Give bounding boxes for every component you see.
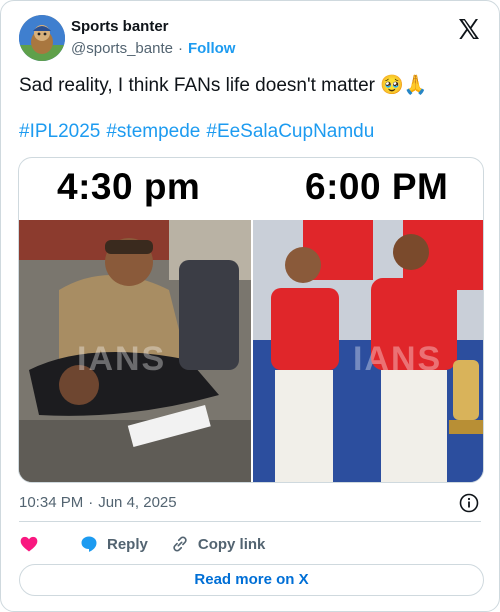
action-bar: Reply Copy link [19, 533, 287, 555]
footer-divider [19, 521, 481, 522]
tweet-card: Sports banter @sports_bante · Follow Sad r… [0, 0, 500, 612]
right-photo: IANS [253, 220, 483, 482]
copy-link-button[interactable]: Copy link [170, 534, 266, 554]
avatar[interactable] [19, 15, 65, 61]
read-more-button[interactable]: Read more on X [19, 564, 484, 596]
tweet-date: Jun 4, 2025 [98, 494, 177, 511]
tweet-emojis: 🥹🙏 [380, 75, 428, 96]
author-name[interactable]: Sports banter [71, 18, 169, 35]
right-watermark: IANS [353, 340, 443, 378]
hashtag-stempede[interactable]: #stempede [106, 121, 200, 142]
tweet-text: Sad reality, I think FANs life doesn't m… [19, 73, 485, 99]
timestamp-dot: · [88, 494, 94, 511]
hashtag-ipl2025[interactable]: #IPL2025 [19, 121, 100, 142]
reply-bubble-icon [81, 536, 97, 552]
link-icon [173, 536, 187, 552]
separator-dot: · [177, 40, 183, 57]
reply-button[interactable]: Reply [79, 534, 148, 554]
author-handle-line: @sports_bante · Follow [71, 40, 235, 57]
tweet-body: Sad reality, I think FANs life doesn't m… [19, 75, 375, 96]
tweet-header: Sports banter @sports_bante · Follow [19, 15, 483, 63]
right-time-label: 6:00 PM [305, 166, 449, 207]
left-time-label: 4:30 pm [57, 166, 201, 207]
follow-button[interactable]: Follow [188, 40, 236, 57]
heart-icon [20, 536, 38, 552]
left-watermark: IANS [77, 340, 167, 378]
hashtag-eesalacupnamdu[interactable]: #EeSalaCupNamdu [206, 121, 374, 142]
x-logo-icon[interactable] [457, 17, 481, 41]
author-handle[interactable]: @sports_bante [71, 40, 173, 57]
reply-label: Reply [107, 535, 148, 553]
tweet-media[interactable]: 4:30 pm 6:00 PM IANS IANS [18, 157, 484, 483]
hashtag-list: #IPL2025 #stempede #EeSalaCupNamdu [19, 121, 380, 143]
tweet-timestamp[interactable]: 10:34 PM · Jun 4, 2025 [19, 494, 177, 511]
like-button[interactable] [19, 534, 47, 554]
info-icon[interactable] [459, 493, 479, 513]
left-photo: IANS [19, 220, 251, 482]
tweet-time: 10:34 PM [19, 494, 84, 511]
copy-link-label: Copy link [197, 535, 266, 553]
